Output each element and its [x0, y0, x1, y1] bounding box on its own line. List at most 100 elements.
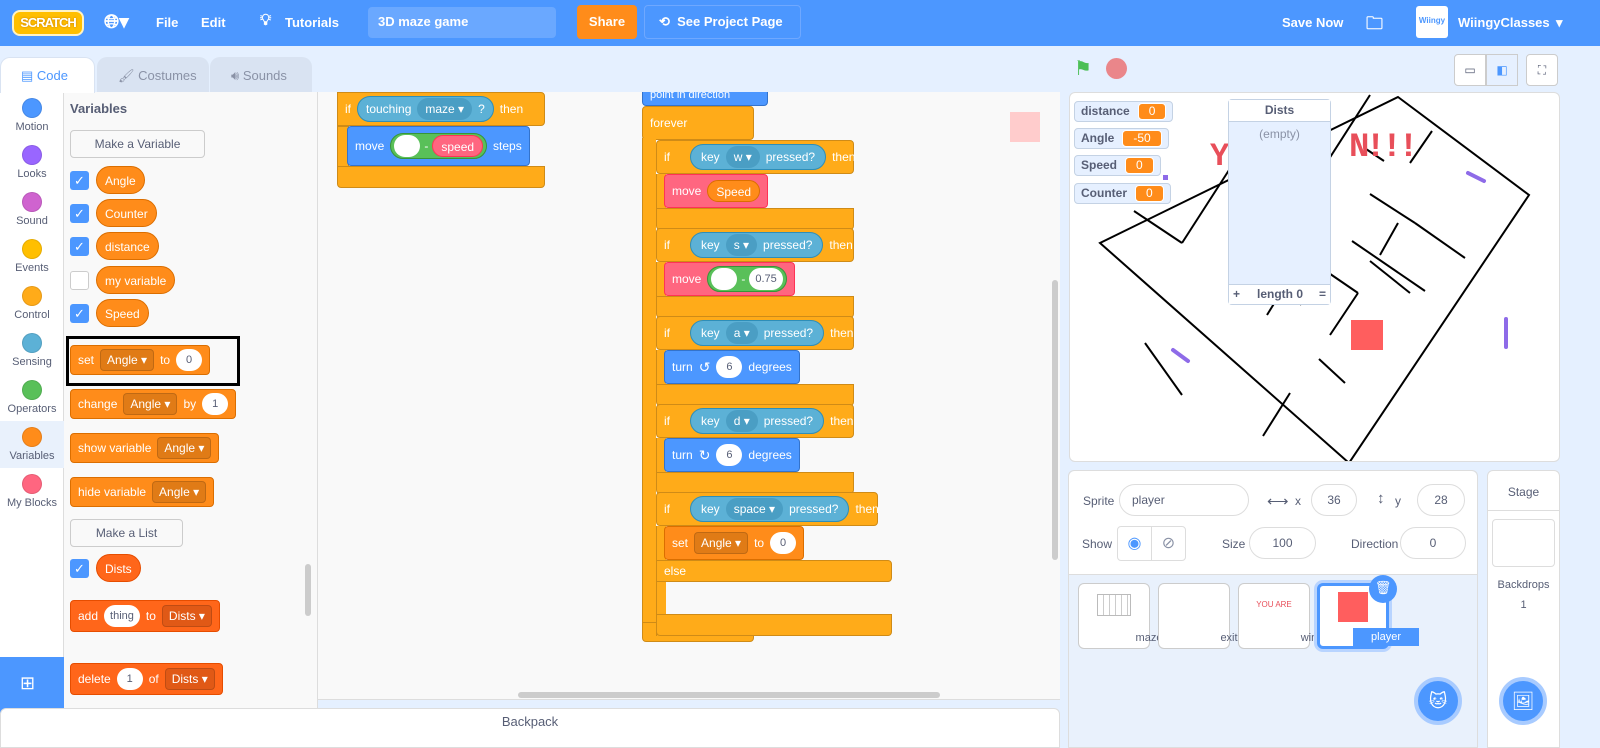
checkbox-speed[interactable]: ✓ [70, 304, 89, 323]
variable-dropdown[interactable]: Angle ▾ [152, 481, 207, 503]
show-visible-button[interactable]: ◉ [1117, 526, 1152, 561]
variable-dropdown[interactable]: Angle ▾ [100, 349, 155, 371]
key-dropdown[interactable]: a ▾ [725, 322, 758, 344]
large-stage-button[interactable]: ◧ [1486, 54, 1518, 86]
tab-sounds[interactable]: 🔊︎ Sounds [210, 57, 312, 93]
list-add-button[interactable]: + [1233, 285, 1240, 303]
make-list-button[interactable]: Make a List [70, 519, 183, 547]
key-pressed-block[interactable]: key space ▾ pressed? [690, 496, 850, 522]
size-input[interactable]: 100 [1249, 527, 1316, 559]
list-dropdown[interactable]: Dists ▾ [164, 668, 215, 690]
if-key-a-block[interactable]: if key a ▾ pressed? then [656, 316, 854, 350]
vertical-scrollbar[interactable] [1052, 280, 1058, 560]
key-dropdown[interactable]: w ▾ [725, 146, 760, 168]
category-my-blocks[interactable]: My Blocks [0, 468, 64, 509]
tutorials-button[interactable]: Tutorials [285, 15, 339, 30]
share-button[interactable]: Share [577, 5, 637, 39]
sprite-thumb-win[interactable]: YOU ARE win [1238, 583, 1317, 649]
key-dropdown[interactable]: space ▾ [725, 498, 784, 520]
degrees-input[interactable]: 6 [716, 356, 743, 378]
sprite-dropdown[interactable]: maze ▾ [417, 98, 473, 120]
delete-sprite-button[interactable]: 🗑︎ [1369, 575, 1397, 603]
category-looks[interactable]: Looks [0, 139, 64, 180]
avatar[interactable]: Wiingy [1416, 6, 1448, 38]
forever-block[interactable]: forever [642, 106, 754, 140]
category-control[interactable]: Control [0, 280, 64, 321]
sprite-thumb-exit[interactable]: exit [1158, 583, 1238, 649]
change-variable-block[interactable]: change Angle ▾ by 1 [70, 389, 237, 419]
list-resize-handle[interactable]: = [1319, 285, 1326, 303]
show-variable-block[interactable]: show variable Angle ▾ [70, 433, 220, 463]
username[interactable]: WiingyClasses [1458, 15, 1550, 30]
globe-icon[interactable]: 🌐︎▾ [104, 11, 129, 34]
add-to-list-block[interactable]: add thing to Dists ▾ [70, 600, 220, 632]
degrees-input[interactable]: 6 [716, 444, 743, 466]
point-in-direction-block[interactable]: point in direction [642, 92, 768, 106]
if-key-w-block[interactable]: if key w ▾ pressed? then [656, 140, 855, 174]
checkbox-counter[interactable]: ✓ [70, 204, 89, 223]
monitor-speed[interactable]: Speed 0 [1074, 155, 1161, 176]
see-project-page-button[interactable]: ⟲ See Project Page [644, 5, 801, 39]
list-monitor-dists[interactable]: Dists (empty) + length 0 = [1228, 99, 1331, 305]
monitor-angle[interactable]: Angle -50 [1074, 128, 1169, 149]
choose-sprite-button[interactable]: 🐱︎ [1414, 677, 1462, 725]
value-input[interactable]: 0 [176, 349, 203, 371]
if-key-s-block[interactable]: if key s ▾ pressed? then [656, 228, 854, 262]
save-now-button[interactable]: Save Now [1282, 15, 1343, 30]
reporter-counter[interactable]: Counter [96, 199, 157, 227]
green-flag-icon[interactable]: ⚑ [1074, 56, 1092, 81]
key-dropdown[interactable]: s ▾ [725, 234, 758, 256]
reporter-dists[interactable]: Dists [96, 554, 141, 582]
folder-icon[interactable]: 🗀 [1366, 11, 1383, 40]
turn-right-block[interactable]: turn ↻ 6 degrees [664, 438, 800, 472]
variable-dropdown[interactable]: Angle ▾ [157, 437, 212, 459]
stage-selector[interactable]: Stage Backdrops 1 🖼︎ [1487, 470, 1560, 748]
checkbox-dists[interactable]: ✓ [70, 559, 89, 578]
category-variables[interactable]: Variables [0, 421, 64, 468]
delete-of-list-block[interactable]: delete 1 of Dists ▾ [70, 663, 223, 695]
checkbox-distance[interactable]: ✓ [70, 237, 89, 256]
stage[interactable]: Y N!!! distance 0 Angle -50 Speed 0 Counter… [1069, 92, 1560, 462]
category-sound[interactable]: Sound [0, 186, 64, 227]
subtract-block[interactable]: - speed [390, 133, 488, 159]
backdrop-thumbnail[interactable] [1492, 519, 1555, 567]
variable-dropdown[interactable]: Angle ▾ [123, 393, 178, 415]
tab-code[interactable]: ▤ Code [0, 57, 95, 93]
move-steps-block[interactable]: move - speed steps [347, 126, 530, 166]
sprite-thumb-maze[interactable]: maze [1078, 583, 1162, 649]
empty-input[interactable] [394, 135, 421, 157]
project-title-input[interactable]: 3D maze game [368, 7, 556, 38]
choose-backdrop-button[interactable]: 🖼︎ [1499, 677, 1547, 725]
value-input[interactable]: 1 [116, 668, 143, 690]
set-variable-block[interactable]: set Angle ▾ to 0 [664, 526, 805, 560]
if-key-space-block[interactable]: if key space ▾ pressed? then [656, 492, 879, 526]
value-input[interactable]: 0.75 [749, 268, 783, 290]
monitor-counter[interactable]: Counter 0 [1074, 183, 1171, 204]
fullscreen-button[interactable]: ⛶ [1526, 54, 1558, 86]
tab-costumes[interactable]: 🖌︎ Costumes [97, 57, 209, 93]
add-extension-button[interactable]: ⊞ [0, 657, 64, 713]
variable-dropdown[interactable]: Angle ▾ [694, 532, 749, 554]
move-custom-block[interactable]: move Speed [664, 174, 769, 208]
category-sensing[interactable]: Sensing [0, 327, 64, 368]
hide-eye-icon[interactable]: ⊘ [1151, 526, 1186, 561]
checkbox-angle[interactable]: ✓ [70, 171, 89, 190]
if-touching-block[interactable]: if touching maze ▾? then [337, 92, 545, 126]
edit-menu[interactable]: Edit [201, 15, 226, 30]
key-pressed-block[interactable]: key d ▾ pressed? [690, 408, 825, 434]
list-dropdown[interactable]: Dists ▾ [161, 605, 212, 627]
x-input[interactable]: 36 [1311, 484, 1357, 516]
value-input[interactable]: 0 [770, 532, 797, 554]
scratch-logo[interactable]: SCRATCH [12, 10, 84, 36]
reporter-speed[interactable]: Speed [96, 299, 149, 327]
make-variable-button[interactable]: Make a Variable [70, 130, 205, 158]
category-operators[interactable]: Operators [0, 374, 64, 415]
touching-block[interactable]: touching maze ▾? [357, 96, 494, 122]
y-input[interactable]: 28 [1417, 484, 1465, 516]
value-input[interactable]: 1 [202, 393, 229, 415]
speed-reporter[interactable]: speed [432, 135, 484, 157]
key-pressed-block[interactable]: key w ▾ pressed? [690, 144, 827, 170]
sprite-name-input[interactable]: player [1119, 484, 1249, 516]
empty-input[interactable] [711, 268, 738, 290]
direction-input[interactable]: 0 [1400, 527, 1466, 559]
